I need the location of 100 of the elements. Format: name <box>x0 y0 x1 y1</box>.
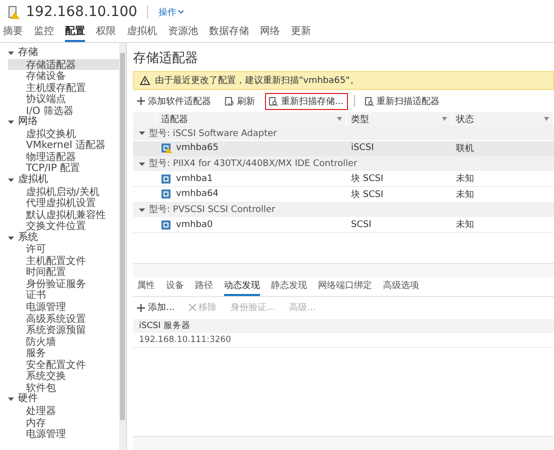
sidebar-item[interactable]: 主机缓存配置 <box>8 82 119 94</box>
collapse-triangle-icon[interactable] <box>139 130 145 136</box>
sidebar-group[interactable]: 硬件 <box>18 393 38 405</box>
group-label: 型号: iSCSI Software Adapter <box>149 128 277 140</box>
filter-icon[interactable] <box>442 116 447 122</box>
sidebar-item[interactable]: 虚拟机启动/关机 <box>8 186 119 198</box>
toolbar-button[interactable]: 重新扫描存储... <box>265 92 348 110</box>
sidebar-item[interactable]: 交换文件位置 <box>8 220 119 232</box>
tab[interactable]: 网络 <box>260 24 280 42</box>
sidebar-item[interactable]: 许可 <box>8 243 119 255</box>
column-header[interactable]: 适配器 <box>157 112 347 126</box>
sidebar-item[interactable]: 服务 <box>8 347 119 359</box>
table-cell[interactable]: vmhba64 <box>157 187 347 202</box>
group-label: 型号: PIIX4 for 430TX/440BX/MX IDE Controller <box>149 158 358 170</box>
column-header[interactable]: iSCSI 服务器 <box>133 318 554 332</box>
collapse-triangle-icon[interactable] <box>139 160 145 166</box>
sidebar-item[interactable]: 存储设备 <box>8 70 119 82</box>
tab[interactable]: 网络端口绑定 <box>318 278 372 296</box>
plus-icon <box>137 97 145 105</box>
sidebar-item[interactable]: 处理器 <box>8 404 119 416</box>
sidebar-group[interactable]: 虚拟机 <box>18 174 48 186</box>
tab[interactable]: 更新 <box>291 24 311 42</box>
sidebar-item[interactable]: 防火墙 <box>8 336 119 348</box>
caret-icon <box>178 10 184 14</box>
sidebar-group[interactable]: 系统 <box>18 232 38 244</box>
tab[interactable]: 设备 <box>166 278 184 296</box>
tab[interactable]: 高级选项 <box>383 278 419 296</box>
sidebar-item[interactable]: 协议端点 <box>8 93 119 105</box>
warning-icon <box>140 76 150 85</box>
tab[interactable]: 属性 <box>137 278 155 296</box>
table-cell: 未知 <box>452 218 554 233</box>
sidebar-item[interactable]: 虚拟交换机 <box>8 128 119 140</box>
group-row[interactable]: 型号: PVSCSI SCSI Controller <box>133 202 554 218</box>
scrollbar[interactable] <box>119 43 126 450</box>
sidebar-item[interactable]: 软件包 <box>8 382 119 394</box>
sidebar-item[interactable]: 时间配置 <box>8 266 119 278</box>
collapse-triangle-icon[interactable] <box>139 206 145 212</box>
tab[interactable]: 数据存储 <box>209 24 249 42</box>
plus-icon <box>137 304 145 312</box>
adapter-icon <box>161 174 172 184</box>
toolbar-button[interactable]: 添加... <box>133 299 179 316</box>
sidebar-group[interactable]: 存储 <box>18 47 38 59</box>
sidebar-item[interactable]: 电源管理 <box>8 428 119 440</box>
table-cell[interactable]: vmhba65 <box>157 141 347 156</box>
sidebar-item[interactable]: 存储适配器 <box>8 58 119 70</box>
actions-menu[interactable]: 操作 <box>158 6 184 18</box>
adapter-warning-icon <box>161 143 172 154</box>
tab[interactable]: 动态发现 <box>224 278 260 296</box>
table-cell: SCSI <box>347 218 452 233</box>
collapse-triangle-icon[interactable] <box>8 50 14 56</box>
filter-icon[interactable] <box>544 116 549 122</box>
column-header[interactable]: 状态 <box>452 112 554 126</box>
tab[interactable]: 监控 <box>34 24 54 42</box>
sidebar-item[interactable]: 系统资源预留 <box>8 324 119 336</box>
sidebar-item[interactable]: 证书 <box>8 289 119 302</box>
collapse-triangle-icon[interactable] <box>8 234 14 241</box>
group-row[interactable]: 型号: PIIX4 for 430TX/440BX/MX IDE Controller <box>133 156 554 172</box>
adapter-icon <box>161 220 172 230</box>
table-cell: 块 SCSI <box>347 172 452 187</box>
host-name: 192.168.10.100 <box>26 4 138 20</box>
sidebar-item[interactable]: 内存 <box>8 416 119 428</box>
sidebar-item[interactable]: 安全配置文件 <box>8 358 119 370</box>
sidebar-item[interactable]: 主机配置文件 <box>8 254 119 266</box>
filter-icon[interactable] <box>337 116 342 122</box>
document-search-icon <box>269 96 278 106</box>
table-cell[interactable]: 192.168.10.111:3260 <box>133 332 554 348</box>
refresh-icon <box>225 96 234 106</box>
sidebar-item[interactable]: 默认虚拟机兼容性 <box>8 208 119 220</box>
sidebar-item[interactable]: 电源管理 <box>8 301 119 313</box>
tab[interactable]: 虚拟机 <box>127 24 157 42</box>
table-cell[interactable]: vmhba1 <box>157 172 347 187</box>
sidebar-item[interactable]: 物理适配器 <box>8 150 119 162</box>
collapse-triangle-icon[interactable] <box>8 119 14 126</box>
table-cell: 联机 <box>452 141 554 156</box>
tab[interactable]: 摘要 <box>3 24 23 42</box>
sidebar-item[interactable]: 高级系统设置 <box>8 312 119 324</box>
sidebar-group[interactable]: 网络 <box>18 116 38 128</box>
table-cell: 未知 <box>452 187 554 202</box>
collapse-triangle-icon[interactable] <box>8 396 14 402</box>
sidebar-item[interactable]: 身份验证服务 <box>8 278 119 290</box>
sidebar-item[interactable]: 代理虚拟机设置 <box>8 197 119 209</box>
sidebar-item[interactable]: TCP/IP 配置 <box>8 162 119 174</box>
sidebar-item[interactable]: I/O 筛选器 <box>8 104 119 116</box>
collapse-triangle-icon[interactable] <box>8 176 14 183</box>
tab[interactable]: 权限 <box>96 24 116 42</box>
table-cell: 未知 <box>452 172 554 187</box>
toolbar-button[interactable]: 添加软件适配器 <box>133 92 215 110</box>
sidebar-item[interactable]: 系统交换 <box>8 370 119 382</box>
close-icon <box>188 304 196 311</box>
tab[interactable]: 配置 <box>65 24 85 42</box>
group-label: 型号: PVSCSI SCSI Controller <box>149 204 276 216</box>
toolbar-button[interactable]: 刷新 <box>221 92 259 110</box>
tab[interactable]: 静态发现 <box>271 278 307 296</box>
tab[interactable]: 资源池 <box>168 24 198 42</box>
table-cell[interactable]: vmhba0 <box>157 218 347 233</box>
column-header[interactable]: 类型 <box>347 112 452 126</box>
toolbar-button[interactable]: 重新扫描适配器 <box>360 92 444 110</box>
sidebar-item[interactable]: VMkernel 适配器 <box>8 139 119 151</box>
tab[interactable]: 路径 <box>195 278 213 296</box>
group-row[interactable]: 型号: iSCSI Software Adapter <box>133 126 554 141</box>
